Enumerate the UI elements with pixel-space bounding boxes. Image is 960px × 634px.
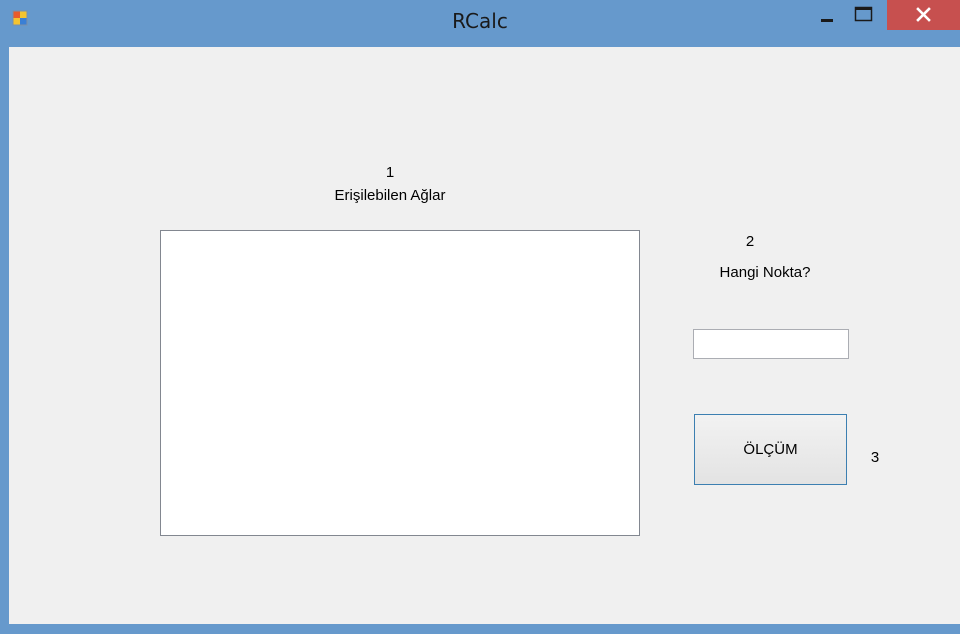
point-input[interactable] <box>693 329 849 359</box>
maximize-icon <box>854 6 873 22</box>
measure-button[interactable]: ÖLÇÜM <box>694 414 847 485</box>
list-section-label: Erişilebilen Ağlar <box>334 187 446 204</box>
minimize-icon <box>821 19 833 22</box>
close-button[interactable] <box>887 0 960 30</box>
app-window: RCalc 1 Erişilebilen Ağlar 2 Hangi Nokta… <box>0 0 960 634</box>
title-bar[interactable]: RCalc <box>0 0 960 40</box>
point-section-label: Hangi Nokta? <box>719 264 811 281</box>
close-icon <box>916 7 931 22</box>
maximize-button[interactable] <box>844 0 882 30</box>
measure-section-number: 3 <box>870 449 880 466</box>
point-section-number: 2 <box>745 233 755 250</box>
minimize-button[interactable] <box>810 0 844 30</box>
list-section-number: 1 <box>385 164 395 181</box>
networks-listbox[interactable] <box>160 230 640 536</box>
